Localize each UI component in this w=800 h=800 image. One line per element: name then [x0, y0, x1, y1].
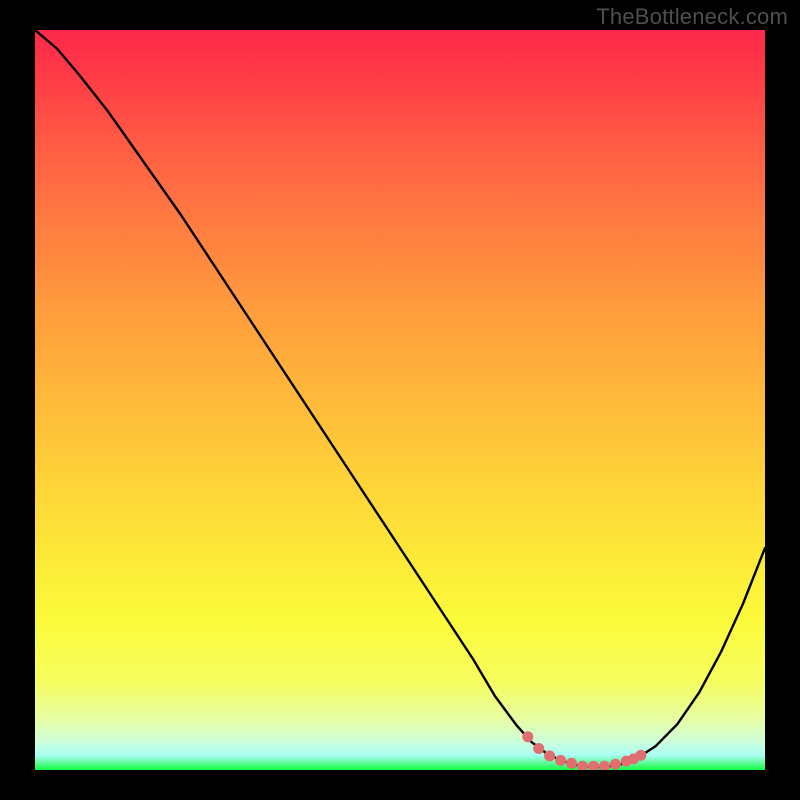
chart-svg	[35, 30, 765, 770]
optimal-dot	[555, 755, 566, 766]
optimal-range-dots	[522, 731, 646, 770]
optimal-dot	[599, 761, 610, 770]
chart-plot-area	[35, 30, 765, 770]
optimal-dot	[635, 750, 646, 761]
optimal-dot	[544, 750, 555, 761]
optimal-dot	[533, 743, 544, 754]
attribution-text: TheBottleneck.com	[596, 4, 788, 30]
optimal-dot	[610, 759, 621, 770]
optimal-dot	[577, 761, 588, 770]
bottleneck-curve	[35, 30, 765, 767]
optimal-dot	[588, 761, 599, 770]
optimal-dot	[522, 731, 533, 742]
optimal-dot	[566, 758, 577, 769]
